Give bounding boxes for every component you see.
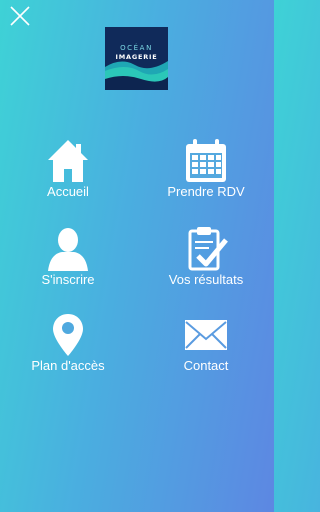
close-button[interactable] xyxy=(8,4,32,28)
user-icon xyxy=(48,228,88,271)
map-pin-icon xyxy=(53,314,83,356)
menu-item-accueil[interactable]: Accueil xyxy=(8,138,128,199)
envelope-icon xyxy=(185,320,227,350)
menu-label-vos-resultats: Vos résultats xyxy=(168,272,244,287)
menu-item-plan-acces[interactable]: Plan d'accès xyxy=(8,312,128,373)
clipboard-check-icon xyxy=(188,227,228,271)
menu-label-accueil: Accueil xyxy=(47,184,89,199)
calendar-icon xyxy=(186,139,226,182)
menu-label-contact: Contact xyxy=(183,358,229,373)
close-icon[interactable] xyxy=(8,4,32,28)
menu-label-plan-acces: Plan d'accès xyxy=(31,358,105,373)
logo-text-imagerie: IMAGERIE xyxy=(115,53,158,61)
logo: OCÉAN IMAGERIE xyxy=(105,27,168,90)
home-icon xyxy=(48,140,88,182)
menu-label-s-inscrire: S'inscrire xyxy=(41,272,95,287)
logo-text-ocean: OCÉAN xyxy=(120,44,153,52)
menu-item-contact[interactable]: Contact xyxy=(146,312,266,373)
menu-item-s-inscrire[interactable]: S'inscrire xyxy=(8,226,128,287)
menu-label-prendre-rdv: Prendre RDV xyxy=(167,184,245,199)
menu-item-vos-resultats[interactable]: Vos résultats xyxy=(146,226,266,287)
menu-item-prendre-rdv[interactable]: Prendre RDV xyxy=(146,138,266,199)
